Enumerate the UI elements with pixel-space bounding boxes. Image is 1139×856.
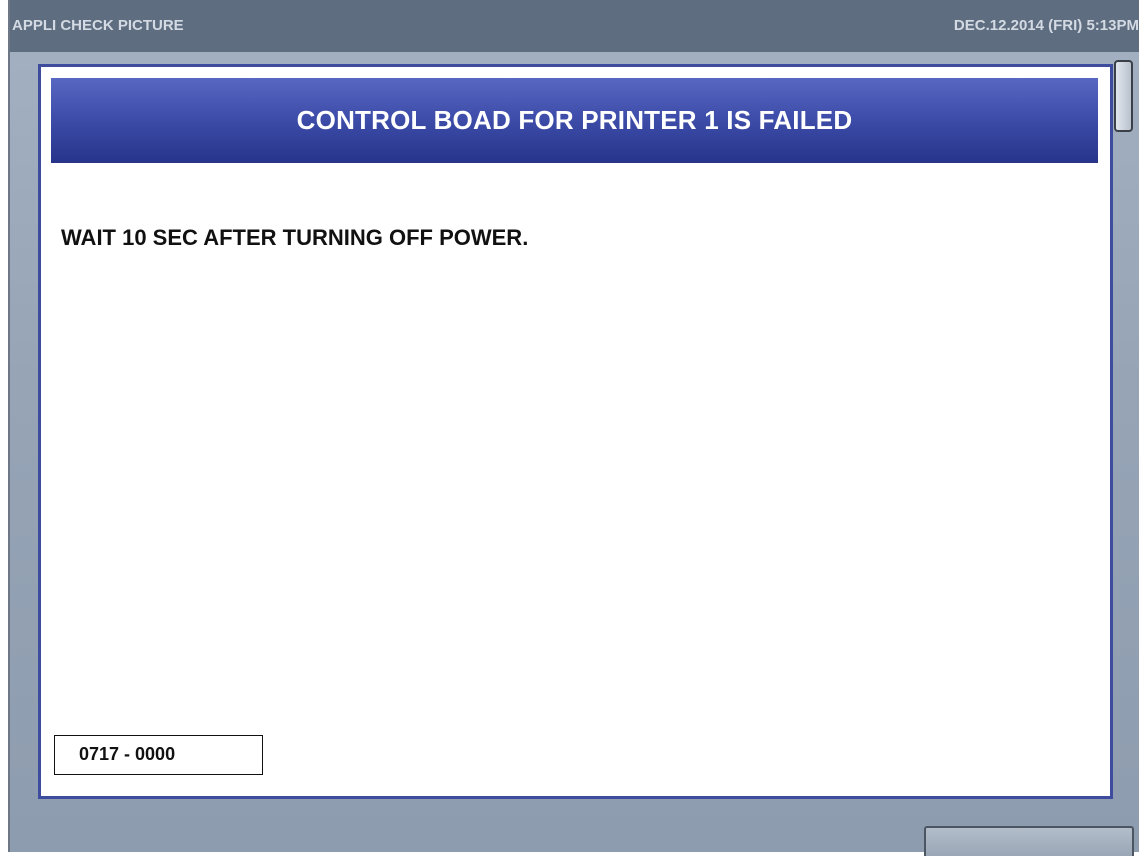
scroll-handle[interactable] — [1114, 60, 1133, 132]
error-dialog-header: CONTROL BOAD FOR PRINTER 1 IS FAILED — [51, 78, 1098, 163]
title-bar: APPLI CHECK PICTURE DEC.12.2014 (FRI) 5:… — [10, 0, 1139, 52]
error-message: WAIT 10 SEC AFTER TURNING OFF POWER. — [61, 225, 529, 250]
app-screen: APPLI CHECK PICTURE DEC.12.2014 (FRI) 5:… — [8, 0, 1139, 856]
error-heading: CONTROL BOAD FOR PRINTER 1 IS FAILED — [296, 105, 853, 135]
error-dialog: CONTROL BOAD FOR PRINTER 1 IS FAILED WAI… — [38, 64, 1113, 799]
error-code-box: 0717 - 0000 — [54, 735, 263, 775]
app-title: APPLI CHECK PICTURE — [12, 17, 184, 34]
date-time-display: DEC.12.2014 (FRI) 5:13PM — [953, 17, 1139, 34]
